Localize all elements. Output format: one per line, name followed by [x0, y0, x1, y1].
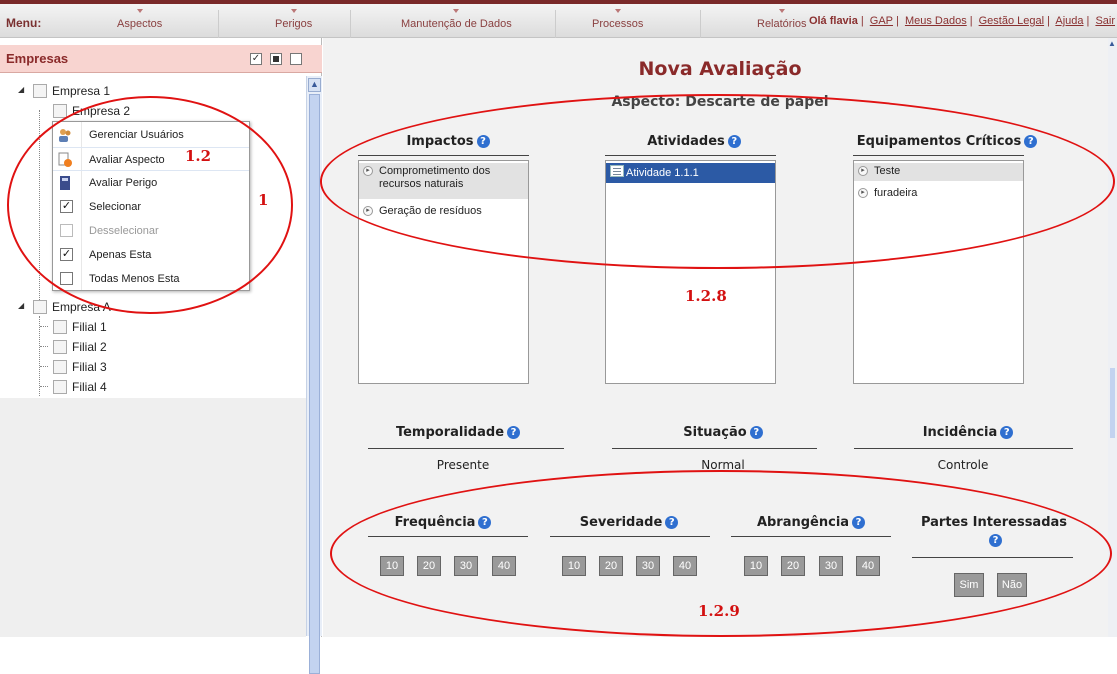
- help-icon[interactable]: ?: [749, 426, 763, 439]
- chevron-down-icon: [453, 9, 460, 13]
- link-ajuda[interactable]: Ajuda: [1055, 15, 1083, 27]
- menu-divider: [555, 10, 556, 38]
- annotation-label-129: 1.2.9: [698, 602, 740, 620]
- link-sair[interactable]: Sair: [1095, 15, 1115, 27]
- chevron-down-icon: [290, 9, 297, 13]
- page-title: Nova Avaliação: [638, 58, 802, 80]
- chevron-down-icon: [136, 9, 143, 13]
- menu-divider: [700, 10, 701, 38]
- node-checkbox[interactable]: [53, 103, 67, 118]
- menu-label: Menu:: [6, 16, 42, 30]
- annotation-ellipse-128: [320, 94, 1115, 269]
- divider: [368, 448, 564, 449]
- chevron-down-icon: [778, 9, 785, 13]
- select-partial-checkbox[interactable]: [270, 53, 282, 65]
- incidencia-header: Incidência?: [868, 425, 1068, 440]
- user-links: Olá flavia | GAP | Meus Dados | Gestão Lega…: [808, 15, 1115, 27]
- tree-node-filial4[interactable]: Filial 4: [53, 379, 107, 397]
- user-greeting: Olá flavia: [808, 15, 858, 27]
- tree-node-filial3[interactable]: Filial 3: [53, 359, 107, 377]
- divider: [854, 448, 1073, 449]
- situacao-header: Situação?: [623, 425, 823, 440]
- tree-line: [40, 386, 48, 387]
- scroll-up-icon[interactable]: ▲: [308, 78, 321, 92]
- companies-title: Empresas: [6, 51, 69, 66]
- link-gap[interactable]: GAP: [870, 15, 893, 27]
- temporalidade-value: Presente: [436, 458, 490, 472]
- companies-header: Empresas ✓: [0, 45, 322, 73]
- menu-relatorios[interactable]: Relatórios: [757, 9, 807, 30]
- annotation-ellipse-1: [7, 96, 293, 314]
- divider: [612, 448, 817, 449]
- menu-manutencao[interactable]: Manutenção de Dados: [401, 9, 512, 30]
- menu-divider: [218, 10, 219, 38]
- tree-scrollbar[interactable]: ▲: [306, 76, 322, 674]
- link-meus-dados[interactable]: Meus Dados: [905, 15, 967, 27]
- annotation-label-1: 1: [258, 191, 269, 209]
- annotation-label-12: 1.2: [185, 147, 212, 165]
- annotation-label-128: 1.2.8: [685, 287, 727, 305]
- menu-perigos[interactable]: Perigos: [275, 9, 312, 30]
- node-checkbox[interactable]: [53, 379, 67, 394]
- tree-node-filial2[interactable]: Filial 2: [53, 339, 107, 357]
- menu-aspectos[interactable]: Aspectos: [117, 9, 162, 30]
- select-none-checkbox[interactable]: [290, 53, 302, 65]
- menu-divider: [350, 10, 351, 38]
- temporalidade-header: Temporalidade?: [358, 425, 558, 440]
- chevron-down-icon: [614, 9, 621, 13]
- tree-node-filial1[interactable]: Filial 1: [53, 319, 107, 337]
- collapse-icon[interactable]: ◢: [18, 86, 26, 94]
- tree-line: [40, 346, 48, 347]
- scroll-thumb[interactable]: [1110, 368, 1115, 438]
- node-checkbox[interactable]: [53, 339, 67, 354]
- tree-empty-area: [0, 398, 306, 637]
- tree-line: [40, 366, 48, 367]
- incidencia-value: Controle: [937, 458, 989, 472]
- tree-line: [40, 326, 48, 327]
- link-gestao-legal[interactable]: Gestão Legal: [979, 15, 1044, 27]
- collapse-icon[interactable]: ◢: [18, 302, 26, 310]
- tree-node-empresa1[interactable]: Empresa 1: [33, 83, 110, 101]
- node-checkbox[interactable]: [33, 299, 47, 314]
- help-icon[interactable]: ?: [1000, 426, 1014, 439]
- node-checkbox[interactable]: [53, 319, 67, 334]
- node-checkbox[interactable]: [33, 83, 47, 98]
- help-icon[interactable]: ?: [507, 426, 521, 439]
- menu-processos[interactable]: Processos: [592, 9, 643, 30]
- scroll-thumb[interactable]: [309, 94, 320, 674]
- node-checkbox[interactable]: [53, 359, 67, 374]
- scroll-up-icon[interactable]: ▲: [1108, 40, 1117, 50]
- top-menu-bar: Menu: Aspectos Perigos Manutenção de Dad…: [0, 0, 1117, 38]
- tree-line: [39, 316, 40, 396]
- select-all-checkbox[interactable]: ✓: [250, 53, 262, 65]
